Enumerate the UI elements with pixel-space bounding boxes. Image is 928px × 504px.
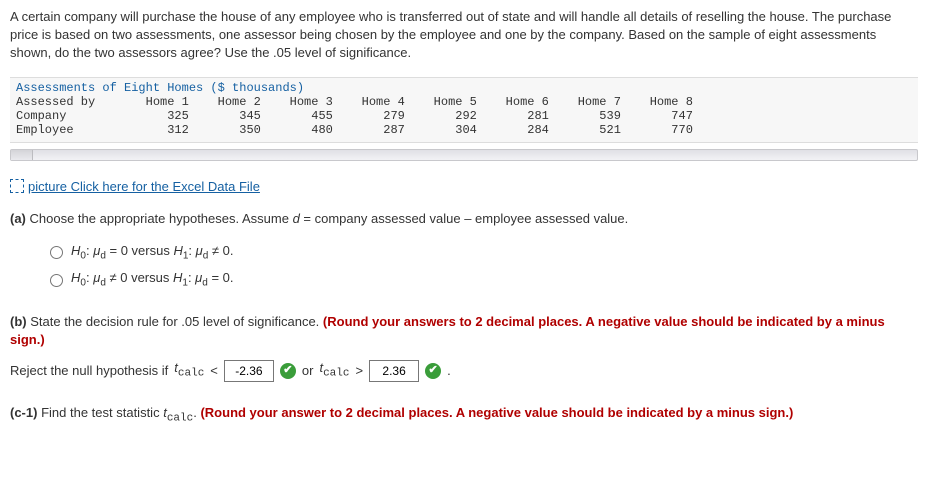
table-row: Company 325 345 455 279 292 281 539 747 xyxy=(16,109,912,123)
check-icon: ✔ xyxy=(280,363,296,379)
t-calc-symbol: tcalc xyxy=(163,405,193,420)
less-than: < xyxy=(210,362,218,380)
radio-option-1[interactable] xyxy=(50,246,63,259)
problem-intro: A certain company will purchase the hous… xyxy=(10,8,918,63)
period: . xyxy=(447,362,451,380)
hypothesis-option-1[interactable]: H0: μd = 0 versus H1: μd ≠ 0. xyxy=(50,242,918,264)
rule-prefix: Reject the null hypothesis if xyxy=(10,362,168,380)
upper-bound-input[interactable] xyxy=(369,360,419,382)
or-text: or xyxy=(302,362,314,380)
excel-data-link[interactable]: picture Click here for the Excel Data Fi… xyxy=(10,179,260,194)
part-c1-hint: (Round your answer to 2 decimal places. … xyxy=(200,405,793,420)
part-c1: (c-1) Find the test statistic tcalc. (Ro… xyxy=(10,404,918,427)
horizontal-scrollbar[interactable] xyxy=(10,149,918,161)
radio-option-2[interactable] xyxy=(50,274,63,287)
table-header-row: Assessed by Home 1 Home 2 Home 3 Home 4 … xyxy=(16,95,912,109)
part-c1-label: (c-1) xyxy=(10,405,37,420)
lower-bound-input[interactable] xyxy=(224,360,274,382)
part-a-label: (a) xyxy=(10,211,26,226)
hypothesis-options: H0: μd = 0 versus H1: μd ≠ 0. H0: μd ≠ 0… xyxy=(50,242,918,291)
part-c1-prompt: Find the test statistic xyxy=(41,405,163,420)
part-a-prompt: Choose the appropriate hypotheses. Assum… xyxy=(30,211,629,226)
t-calc-symbol: tcalc xyxy=(319,359,349,382)
suffix: . xyxy=(193,405,197,420)
hypothesis-option-2[interactable]: H0: μd ≠ 0 versus H1: μd = 0. xyxy=(50,269,918,291)
t-calc-symbol: tcalc xyxy=(174,359,204,382)
part-b-prompt: State the decision rule for .05 level of… xyxy=(30,314,319,329)
scrollbar-thumb[interactable] xyxy=(11,150,33,160)
check-icon: ✔ xyxy=(425,363,441,379)
part-a: (a) Choose the appropriate hypotheses. A… xyxy=(10,210,918,291)
part-b-label: (b) xyxy=(10,314,27,329)
table-title: Assessments of Eight Homes ($ thousands) xyxy=(16,81,912,95)
excel-link-text: picture Click here for the Excel Data Fi… xyxy=(28,179,260,194)
picture-placeholder-icon xyxy=(10,179,24,193)
option-2-text: H0: μd ≠ 0 versus H1: μd = 0. xyxy=(71,269,234,291)
decision-rule-row: Reject the null hypothesis if tcalc < ✔ … xyxy=(10,359,918,382)
option-1-text: H0: μd = 0 versus H1: μd ≠ 0. xyxy=(71,242,234,264)
assessment-table: Assessments of Eight Homes ($ thousands)… xyxy=(10,77,918,143)
greater-than: > xyxy=(355,362,363,380)
part-b: (b) State the decision rule for .05 leve… xyxy=(10,313,918,382)
table-row: Employee 312 350 480 287 304 284 521 770 xyxy=(16,123,912,137)
